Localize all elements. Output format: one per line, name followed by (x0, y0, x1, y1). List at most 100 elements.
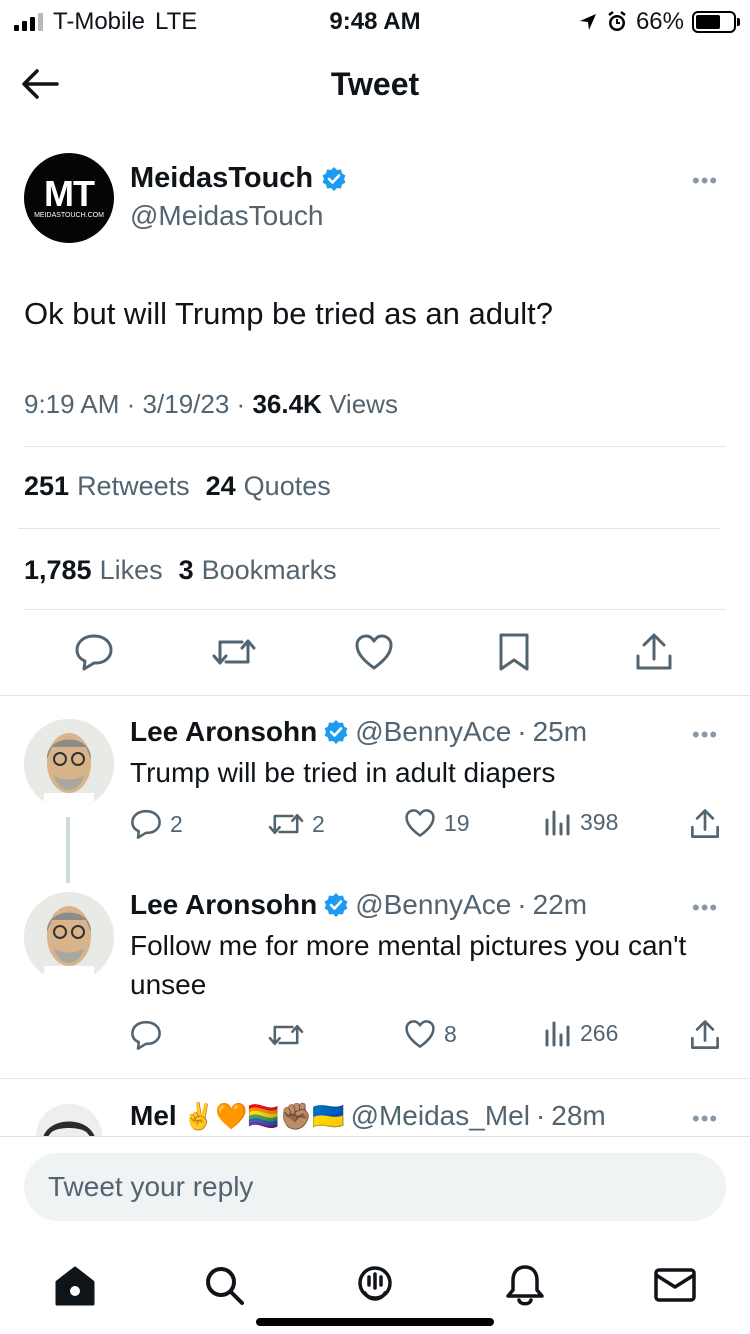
views-label: Views (329, 389, 398, 419)
reply-share-button[interactable] (690, 1019, 720, 1051)
reply-like-button[interactable]: 19 (404, 808, 470, 838)
quotes-count: 24 (205, 471, 236, 501)
heart-icon (405, 1020, 435, 1048)
author-name-row[interactable]: MeidasTouch (130, 162, 347, 195)
location-icon (579, 14, 596, 30)
reply-avatar[interactable] (36, 1104, 102, 1136)
reply-age: 25m (532, 716, 588, 747)
bell-icon (506, 1265, 544, 1306)
reply-more-button[interactable]: ••• (692, 895, 718, 921)
quotes-stat[interactable]: 24 Quotes (206, 471, 331, 502)
author-avatar[interactable]: MT MEIDASTOUCH.COM (24, 153, 114, 243)
reply-author-handle[interactable]: @BennyAce (355, 889, 511, 921)
views-count: 36.4K (252, 389, 322, 419)
divider (24, 446, 726, 447)
reply-text: Trump will be tried in adult diapers (130, 757, 556, 788)
tweet-time: 9:19 AM (24, 389, 120, 419)
bookmark-button[interactable] (492, 630, 536, 674)
reply-reply-button[interactable] (130, 1019, 170, 1051)
reply-reply-button[interactable]: 2 (130, 808, 183, 840)
retweets-label: Retweets (77, 471, 190, 501)
tab-home[interactable] (50, 1260, 100, 1310)
reply-like-count: 19 (444, 809, 470, 836)
author-name: MeidasTouch (130, 162, 314, 194)
reply-age: 28m (551, 1100, 606, 1131)
reply-icon (131, 809, 161, 839)
verified-badge-icon (324, 893, 348, 917)
tweet-date: 3/19/23 (142, 389, 230, 419)
reply-author-name[interactable]: Lee Aronsohn (130, 716, 317, 748)
verified-badge-icon (324, 720, 348, 744)
tab-messages[interactable] (650, 1260, 700, 1310)
reply-reply-count: 2 (170, 810, 183, 837)
views-stat[interactable]: 36.4K Views (252, 389, 398, 419)
bookmarks-label: Bookmarks (201, 555, 337, 585)
reply-input[interactable] (24, 1153, 726, 1221)
reply-author-handle[interactable]: @BennyAce (355, 716, 511, 748)
tweet-more-button[interactable]: ••• (692, 168, 718, 194)
reply-views-button[interactable]: 398 (544, 808, 618, 836)
partial-reply[interactable]: Mel ✌️🧡🏳️‍🌈✊🏽🇺🇦 @Meidas_Mel · 28m ••• (0, 1080, 750, 1136)
tweet-actions (0, 630, 750, 680)
tab-search[interactable] (199, 1260, 249, 1310)
like-button[interactable] (352, 630, 396, 674)
battery-icon (692, 11, 740, 33)
reply-icon (131, 1020, 161, 1050)
heart-icon (355, 634, 393, 670)
reply-avatar[interactable] (24, 719, 114, 809)
reply-more-button[interactable]: ••• (692, 722, 718, 748)
likes-count: 1,785 (24, 555, 92, 585)
reply-author-handle[interactable]: @Meidas_Mel (351, 1100, 530, 1132)
verified-badge-icon (322, 166, 346, 191)
reply-author-name[interactable]: Mel (130, 1100, 177, 1132)
retweet-icon (268, 813, 304, 835)
tweet-text: Ok but will Trump be tried as an adult? (24, 296, 553, 331)
reply-composer (0, 1136, 750, 1236)
reply-author-name[interactable]: Lee Aronsohn (130, 889, 317, 921)
stats-row-1: 251 Retweets 24 Quotes (24, 471, 331, 502)
author-handle[interactable]: @MeidasTouch (130, 200, 323, 232)
tweet-meta: 9:19 AM · 3/19/23 · 36.4K Views (24, 389, 398, 420)
reply-avatar[interactable] (24, 892, 114, 982)
reply-share-button[interactable] (690, 808, 720, 840)
meta-separator: · (126, 389, 136, 419)
reply-retweet-button[interactable]: 2 (268, 808, 325, 840)
reply-header: Mel ✌️🧡🏳️‍🌈✊🏽🇺🇦 @Meidas_Mel · 28m (130, 1100, 606, 1132)
home-icon (55, 1266, 95, 1306)
reply-icon (75, 634, 113, 671)
reply-like-button[interactable]: 8 (404, 1019, 457, 1049)
share-icon (691, 809, 719, 838)
bottom-tab-bar (0, 1236, 750, 1334)
retweet-button[interactable] (212, 630, 256, 674)
spaces-icon (358, 1266, 392, 1301)
retweets-count: 251 (24, 471, 70, 501)
home-indicator[interactable] (256, 1318, 494, 1326)
avatar-logo-subtext: MEIDASTOUCH.COM (34, 211, 104, 219)
reply-header: Lee Aronsohn @BennyAce · 22m (130, 889, 587, 921)
reply-more-button[interactable]: ••• (692, 1106, 718, 1132)
reply-button[interactable] (72, 630, 116, 674)
reply-views-count: 398 (580, 808, 619, 835)
battery-fill (696, 15, 720, 29)
share-button[interactable] (632, 630, 676, 674)
likes-stat[interactable]: 1,785 Likes (24, 555, 163, 586)
reply-views-count: 266 (580, 1019, 619, 1046)
tab-notifications[interactable] (500, 1260, 550, 1310)
alarm-icon (608, 11, 626, 31)
bookmarks-count: 3 (178, 555, 194, 585)
likes-label: Likes (99, 555, 163, 585)
reply-retweet-button[interactable] (268, 1019, 312, 1051)
bookmark-icon (499, 633, 529, 671)
status-right: 66% (578, 8, 740, 36)
battery-percent: 66% (635, 8, 684, 35)
divider (18, 528, 720, 529)
avatar-logo-text: MT (44, 172, 95, 214)
quotes-label: Quotes (243, 471, 331, 501)
reply-views-button[interactable]: 266 (544, 1019, 618, 1047)
reply-text: Follow me for more mental pictures you c… (130, 930, 687, 1000)
tab-spaces[interactable] (350, 1260, 400, 1310)
retweet-icon (268, 1024, 304, 1046)
meta-separator: · (236, 389, 246, 419)
bookmarks-stat[interactable]: 3 Bookmarks (179, 555, 337, 586)
retweets-stat[interactable]: 251 Retweets (24, 471, 190, 502)
